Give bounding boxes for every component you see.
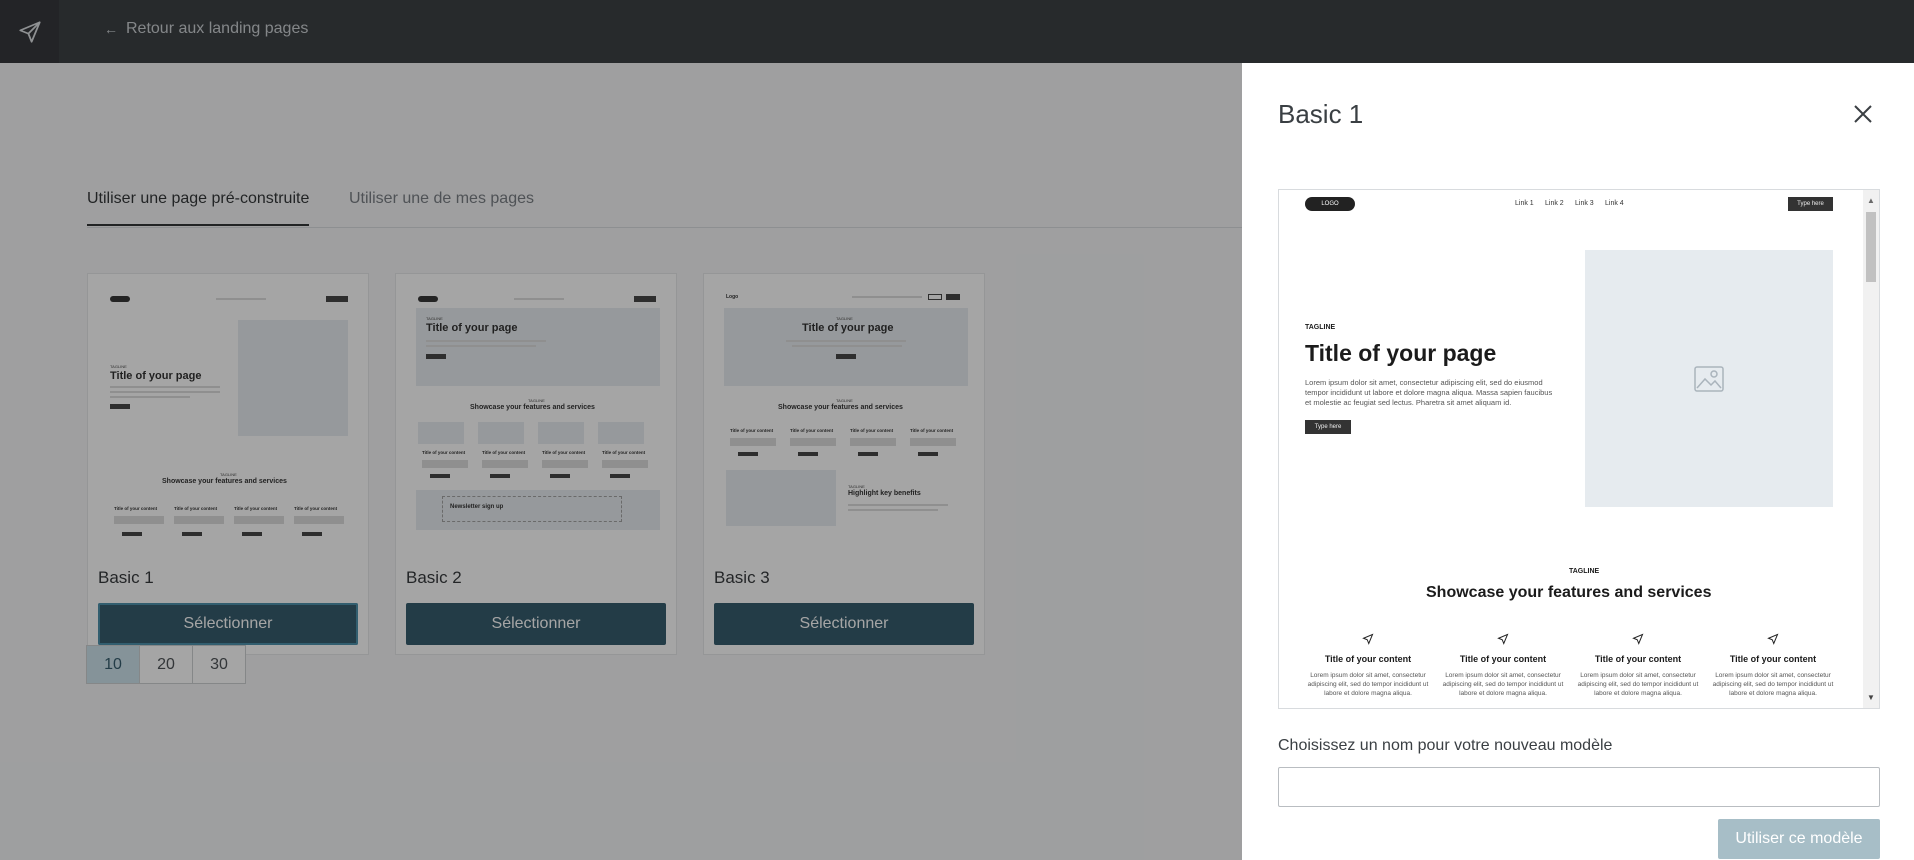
preview-feature-title: Title of your content <box>1729 654 1817 664</box>
preview-feature: Title of your content Lorem ipsum dolor … <box>1575 632 1701 698</box>
preview-feature: Title of your content Lorem ipsum dolor … <box>1440 632 1566 698</box>
preview-feature: Title of your content Lorem ipsum dolor … <box>1305 632 1431 698</box>
paper-plane-icon <box>1362 633 1374 645</box>
preview-tagline: TAGLINE <box>1305 324 1336 331</box>
scrollbar-thumb[interactable] <box>1866 212 1876 282</box>
template-name-input[interactable] <box>1278 767 1880 807</box>
scroll-down-icon[interactable]: ▼ <box>1867 693 1875 702</box>
preview-nav-link: Link 1 <box>1515 200 1534 207</box>
preview-hero-image <box>1585 250 1833 507</box>
panel-title: Basic 1 <box>1278 99 1364 129</box>
preview-scrollbar[interactable]: ▲ ▼ <box>1863 190 1879 708</box>
preview-cta: Type here <box>1788 197 1833 211</box>
preview-feature-title: Title of your content <box>1459 654 1547 664</box>
preview-logo: LOGO <box>1305 197 1355 211</box>
preview-nav-link: Link 2 <box>1545 200 1564 207</box>
preview-feature-text: Lorem ipsum dolor sit amet, consectetur … <box>1712 672 1834 697</box>
template-name-label: Choisissez un nom pour votre nouveau mod… <box>1278 737 1613 754</box>
close-panel-button[interactable] <box>1848 99 1878 129</box>
preview-feature-title: Title of your content <box>1594 654 1682 664</box>
preview-section-title: Showcase your features and services <box>1426 584 1712 601</box>
preview-title: Title of your page <box>1305 340 1497 366</box>
preview-feature-text: Lorem ipsum dolor sit amet, consectetur … <box>1442 672 1564 697</box>
preview-nav-link: Link 3 <box>1575 200 1594 207</box>
template-preview-panel: Basic 1 LOGO Link 1 Link 2 Link 3 Link 4… <box>1242 63 1914 860</box>
preview-section-tagline: TAGLINE <box>1569 568 1600 575</box>
image-placeholder-icon <box>1694 365 1724 392</box>
paper-plane-icon <box>1632 633 1644 645</box>
scroll-up-icon[interactable]: ▲ <box>1867 196 1875 205</box>
paper-plane-icon <box>1497 633 1509 645</box>
close-icon <box>1854 105 1872 123</box>
preview-paragraph: Lorem ipsum dolor sit amet, consectetur … <box>1305 378 1553 408</box>
preview-hero-button: Type here <box>1305 420 1351 434</box>
paper-plane-icon <box>1767 633 1779 645</box>
preview-nav-link: Link 4 <box>1605 200 1624 207</box>
template-preview[interactable]: LOGO Link 1 Link 2 Link 3 Link 4 Type he… <box>1278 189 1880 709</box>
use-template-button[interactable]: Utiliser ce modèle <box>1718 819 1880 859</box>
preview-feature-text: Lorem ipsum dolor sit amet, consectetur … <box>1577 672 1699 697</box>
preview-feature: Title of your content Lorem ipsum dolor … <box>1710 632 1836 698</box>
preview-feature-text: Lorem ipsum dolor sit amet, consectetur … <box>1307 672 1429 697</box>
preview-feature-title: Title of your content <box>1324 654 1412 664</box>
